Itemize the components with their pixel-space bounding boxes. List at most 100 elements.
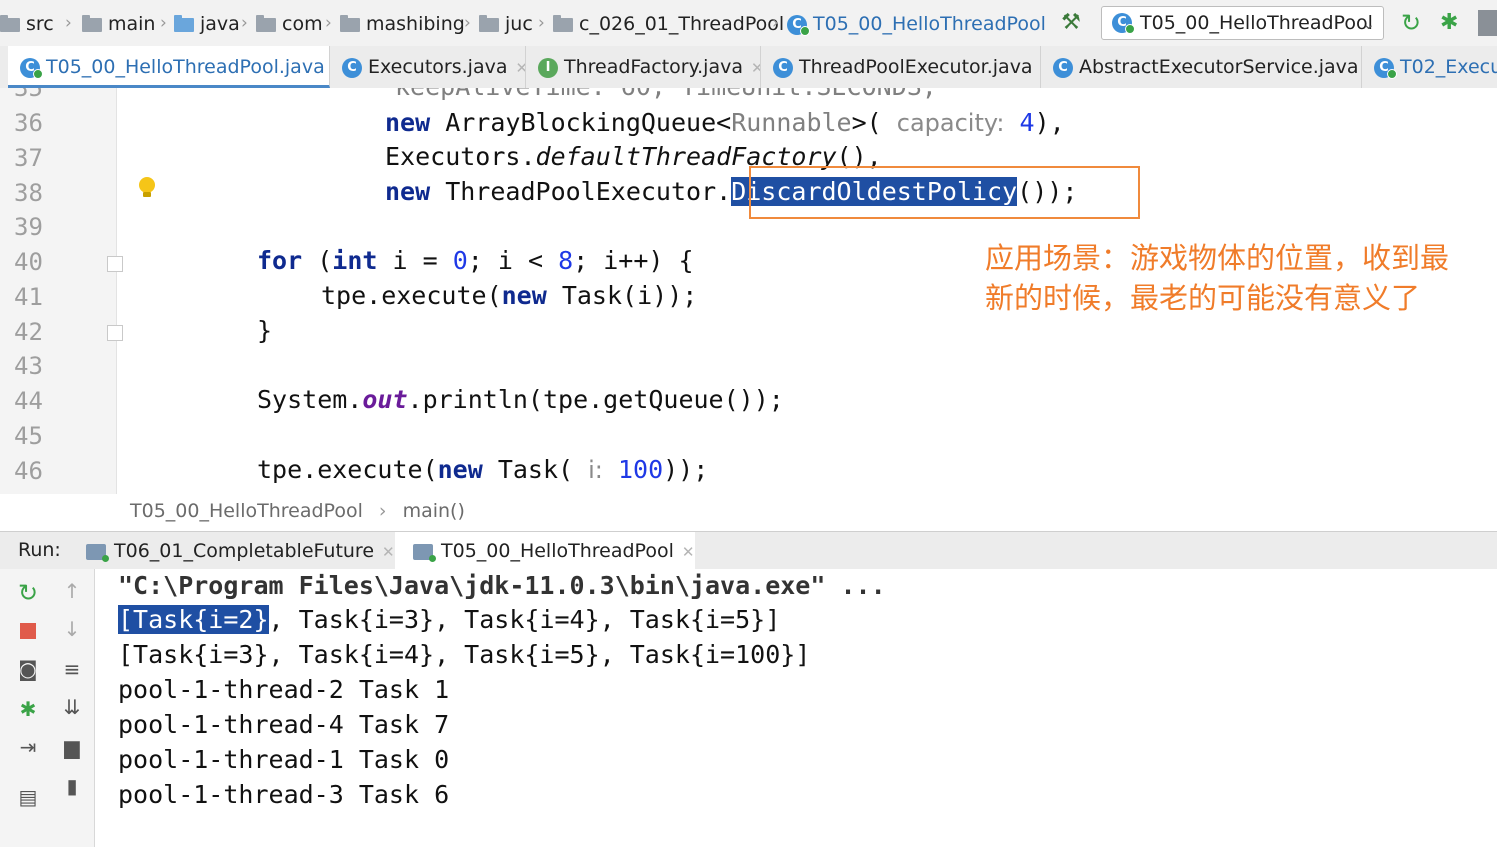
close-icon[interactable]: ✕ <box>682 543 695 561</box>
code-editor[interactable]: 35 36 37 38 39 40 41 42 43 44 45 46 keep… <box>0 88 1497 494</box>
chevron-right-icon: › <box>325 13 332 33</box>
package-icon <box>256 14 276 32</box>
scroll-to-end-icon[interactable]: ⇊ <box>60 695 84 719</box>
line-number: 45 <box>14 422 43 450</box>
run-tool-window-header: Run: T06_01_CompletableFuture ✕ T05_00_He… <box>0 531 1497 571</box>
chevron-right-icon: › <box>772 13 779 33</box>
source-folder-icon <box>174 14 194 32</box>
chevron-right-icon: › <box>378 500 387 522</box>
chevron-right-icon: › <box>538 13 545 33</box>
run-config-icon <box>86 543 109 562</box>
tab-thread-factory[interactable]: IThreadFactory.java✕ <box>526 46 761 88</box>
close-icon[interactable]: ✕ <box>515 59 525 77</box>
console-line: pool-1-thread-2 Task 1 <box>118 675 450 704</box>
folder-icon <box>82 14 102 32</box>
code-line-46: tpe.execute(new Task( i: 100)); <box>257 455 709 484</box>
chevron-right-icon: › <box>241 13 248 33</box>
arrow-down-icon[interactable]: ↓ <box>60 617 84 641</box>
console-line: pool-1-thread-4 Task 7 <box>118 710 450 739</box>
print-icon[interactable]: ▆ <box>60 735 84 759</box>
breadcrumb-threadpool-package[interactable]: c_026_01_ThreadPool <box>553 11 784 37</box>
breadcrumb-src[interactable]: src <box>0 11 54 37</box>
line-number: 38 <box>14 179 43 207</box>
line-number: 39 <box>14 213 43 241</box>
class-icon: C <box>20 57 43 79</box>
breadcrumb-class[interactable]: C T05_00_HelloThreadPool <box>787 11 1046 37</box>
breadcrumb-main[interactable]: main <box>82 11 155 37</box>
highlight-box <box>749 166 1140 219</box>
breadcrumb-com[interactable]: com <box>256 11 323 37</box>
package-icon <box>479 14 499 32</box>
lightbulb-icon[interactable] <box>139 177 155 197</box>
class-icon: C <box>773 57 793 78</box>
run-config-icon <box>413 543 436 562</box>
run-tab-completable-future[interactable]: T06_01_CompletableFuture ✕ <box>86 532 395 570</box>
folder-icon <box>0 14 20 32</box>
close-icon[interactable]: ✕ <box>382 543 395 561</box>
code-line-35: keepAliveTime: 60, TimeUnit.SECONDS, <box>395 88 937 101</box>
tab-executors[interactable]: CExecutors.java✕ <box>330 46 526 88</box>
exit-icon[interactable]: ⇥ <box>16 735 40 759</box>
console-toolbar: ↑ ↓ ≡ ⇊ ▆ ▮ <box>50 569 95 847</box>
chevron-down-icon: ⌄ <box>1362 15 1375 33</box>
trash-icon[interactable]: ▮ <box>60 774 84 798</box>
code-line-36: new ArrayBlockingQueue<Runnable>( capaci… <box>385 108 1065 137</box>
console-line: pool-1-thread-1 Task 0 <box>118 745 450 774</box>
run-console[interactable]: ↻ ◙ ✱ ⇥ ▤ ↑ ↓ ≡ ⇊ ▆ ▮ "C:\Program Files\… <box>0 569 1497 847</box>
line-number: 43 <box>14 352 43 380</box>
annotation-note: 应用场景：游戏物体的位置，收到最 新的时候，最老的可能没有意义了 <box>985 241 1450 315</box>
line-number: 37 <box>14 144 43 172</box>
run-tab-hello-thread-pool[interactable]: T05_00_HelloThreadPool ✕ <box>395 532 695 570</box>
rerun-icon[interactable]: ↻ <box>1401 10 1421 36</box>
tab-thread-pool-executor[interactable]: CThreadPoolExecutor.java✕ <box>761 46 1041 88</box>
debug-icon[interactable]: ✱ <box>16 697 40 721</box>
editor-breadcrumb[interactable]: T05_00_HelloThreadPool › main() <box>130 500 465 522</box>
line-number: 46 <box>14 457 43 485</box>
class-icon: C <box>1053 57 1073 78</box>
code-line-44: System.out.println(tpe.getQueue()); <box>257 385 784 414</box>
breadcrumb-juc[interactable]: juc <box>479 11 533 37</box>
console-line: pool-1-thread-3 Task 6 <box>118 780 450 809</box>
stop-icon[interactable] <box>16 619 40 643</box>
breadcrumb-mashibing[interactable]: mashibing <box>340 11 465 37</box>
arrow-up-icon[interactable]: ↑ <box>60 579 84 603</box>
debug-bug-icon[interactable]: ✱ <box>1440 10 1458 36</box>
class-icon: C <box>1112 13 1135 34</box>
fold-marker-icon[interactable] <box>107 325 123 341</box>
run-configuration-select[interactable]: C T05_00_HelloThreadPool ⌄ <box>1101 6 1384 40</box>
build-hammer-icon[interactable]: ⚒ <box>1058 10 1084 36</box>
selected-text: [Task{i=2} <box>118 605 269 634</box>
line-number: 41 <box>14 283 43 311</box>
package-icon <box>340 14 360 32</box>
chevron-right-icon: › <box>160 13 167 33</box>
tab-hello-thread-pool[interactable]: CT05_00_HelloThreadPool.java✕ <box>8 46 330 88</box>
line-number: 42 <box>14 318 43 346</box>
class-icon: C <box>342 57 362 78</box>
close-icon[interactable]: ✕ <box>751 59 760 77</box>
more-toolbar-icon[interactable] <box>1478 10 1497 36</box>
navigation-bar: src › main › java › com › mashibing › ju… <box>0 0 1497 47</box>
console-line: [Task{i=3}, Task{i=4}, Task{i=5}, Task{i… <box>118 640 811 669</box>
tab-t02-executor[interactable]: CT02_Execut <box>1362 46 1497 88</box>
line-number: 44 <box>14 387 43 415</box>
code-line-41: tpe.execute(new Task(i)); <box>321 281 698 310</box>
soft-wrap-icon[interactable]: ≡ <box>60 657 84 681</box>
code-line-42: } <box>257 316 273 345</box>
interface-icon: I <box>538 57 558 78</box>
tab-abstract-executor-service[interactable]: CAbstractExecutorService.java✕ <box>1041 46 1362 88</box>
camera-icon[interactable]: ◙ <box>16 657 40 681</box>
console-line: [Task{i=2}, Task{i=3}, Task{i=4}, Task{i… <box>118 605 781 634</box>
chevron-right-icon: › <box>65 13 72 33</box>
editor-tabs: CT05_00_HelloThreadPool.java✕ CExecutors… <box>0 46 1497 89</box>
rerun-icon[interactable]: ↻ <box>16 581 40 605</box>
line-number: 35 <box>14 88 43 102</box>
run-toolbar: ↻ ◙ ✱ ⇥ ▤ <box>0 569 51 847</box>
class-icon: C <box>787 14 810 36</box>
layout-icon[interactable]: ▤ <box>16 785 40 809</box>
fold-marker-icon[interactable] <box>107 256 123 272</box>
breadcrumb-java[interactable]: java <box>174 11 240 37</box>
chevron-right-icon: › <box>464 13 471 33</box>
class-icon: C <box>1374 57 1397 79</box>
code-line-40: for (int i = 0; i < 8; i++) { <box>257 246 694 275</box>
line-number: 36 <box>14 109 43 137</box>
